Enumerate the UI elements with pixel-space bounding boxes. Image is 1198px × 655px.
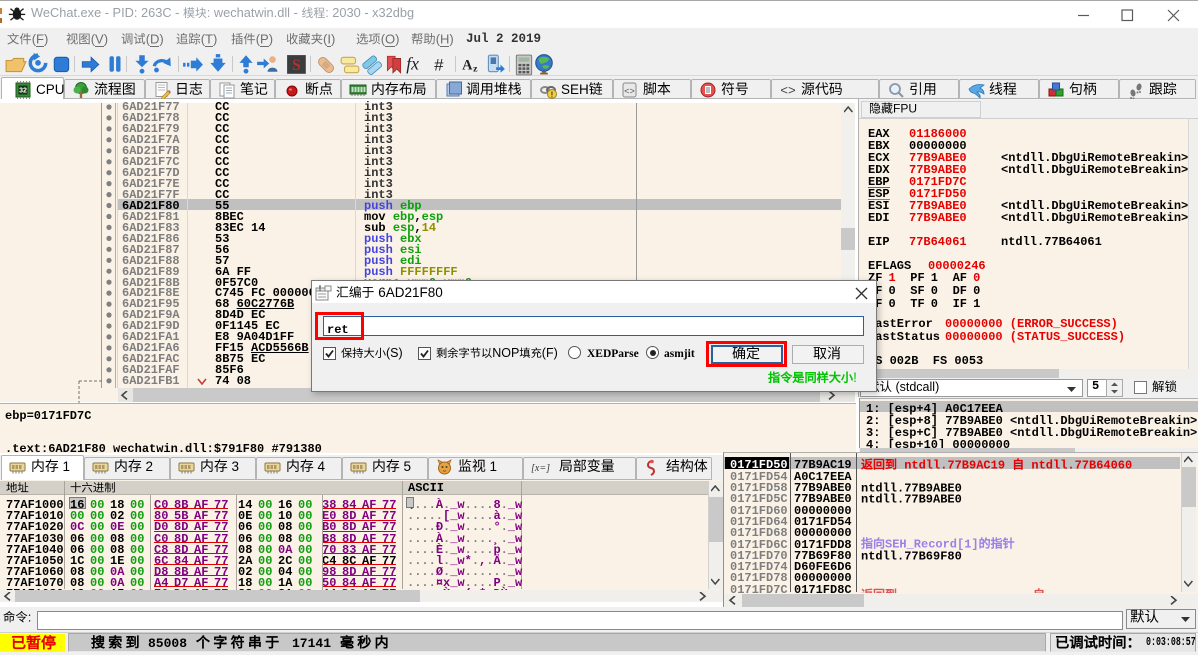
svg-text:(D): (D): [146, 31, 164, 46]
svg-text:CPU: CPU: [36, 82, 65, 97]
svg-text:(F): (F): [542, 346, 558, 360]
svg-text:<>: <>: [624, 87, 635, 97]
svg-text:(stdcall): (stdcall): [892, 380, 939, 394]
svg-text:ntdll.77B9ABE0: ntdll.77B9ABE0: [861, 493, 962, 507]
svg-text:: 2030 - x32dbg: : 2030 - x32dbg: [325, 5, 414, 20]
svg-text:WeChat.exe - PID: 263C -: WeChat.exe - PID: 263C -: [31, 5, 183, 20]
svg-text:A: A: [462, 57, 473, 73]
svg-text:1: 1: [59, 459, 70, 474]
svg-text:6AD21F80: 6AD21F80: [375, 285, 443, 300]
svg-text:ntdll.77B9AC19: ntdll.77B9AC19: [897, 459, 1012, 473]
svg-text:(P): (P): [256, 31, 273, 46]
svg-text:: wechatwin.dll -: : wechatwin.dll -: [207, 5, 302, 20]
svg-text:(I): (I): [323, 31, 335, 46]
svg-text:z: z: [473, 64, 478, 75]
svg-text:3: 3: [228, 459, 239, 474]
svg-text:(T): (T): [201, 31, 218, 46]
svg-text:[x=]: [x=]: [531, 463, 550, 474]
svg-text:NOP: NOP: [492, 346, 519, 360]
svg-text:#: #: [434, 57, 444, 75]
svg-text:FPU: FPU: [893, 102, 917, 116]
svg-text:ntdll.77B69F80: ntdll.77B69F80: [861, 549, 962, 563]
svg-text:SEH: SEH: [561, 82, 589, 97]
svg-text:5: 5: [400, 459, 411, 474]
svg-text:4: 4: [314, 459, 326, 474]
svg-text:(H): (H): [436, 31, 454, 46]
svg-text:(V): (V): [91, 31, 108, 46]
svg-text:2: 2: [142, 459, 153, 474]
svg-text:(F): (F): [32, 31, 49, 46]
svg-text:32: 32: [19, 88, 27, 95]
svg-text:!: !: [551, 91, 554, 100]
svg-text:fx: fx: [406, 54, 419, 74]
svg-text:!: !: [853, 370, 857, 385]
svg-text:<>: <>: [780, 84, 796, 99]
svg-text::: :: [28, 609, 32, 624]
svg-text:1: 1: [486, 459, 497, 474]
svg-text:ntdll.77B64060: ntdll.77B64060: [1024, 459, 1132, 473]
svg-text:(O): (O): [381, 31, 400, 46]
svg-text:(S): (S): [386, 346, 403, 360]
svg-text:S: S: [292, 57, 301, 74]
